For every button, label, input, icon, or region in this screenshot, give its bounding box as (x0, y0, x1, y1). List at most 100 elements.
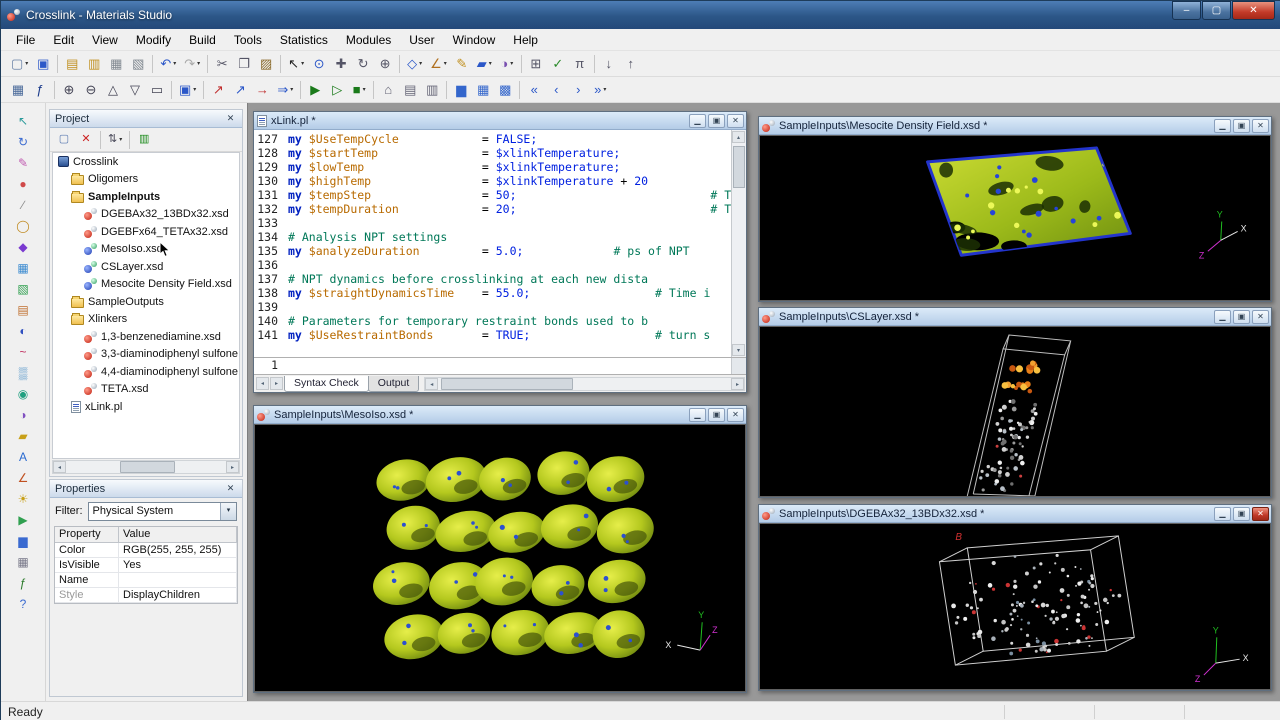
select-tool-button[interactable]: ↖ (10, 111, 36, 131)
vector-red-button[interactable]: ↗ (208, 79, 228, 101)
scroll-down-button[interactable]: ▽ (125, 79, 145, 101)
script-tool-button[interactable]: ƒ (10, 573, 36, 593)
crystal-tool-button[interactable]: ▦ (10, 258, 36, 278)
menu-item-user[interactable]: User (400, 30, 443, 50)
job-explorer-button[interactable]: ▤ (400, 79, 420, 101)
tree-item-oligomers[interactable]: Oligomers (53, 171, 239, 189)
view-orientation-button[interactable]: ◇▾ (404, 53, 425, 75)
scroll-track[interactable] (438, 378, 731, 390)
property-row[interactable]: ColorRGB(255, 255, 255) (55, 543, 237, 558)
scroll-track[interactable] (66, 461, 226, 473)
new-3d-window-button[interactable]: ▣▾ (176, 79, 199, 101)
viewer-window-mesoiso[interactable]: SampleInputs\MesoIso.xsd * ▁ ▣ ✕ Y X Z (253, 405, 747, 693)
scroll-right-icon[interactable]: ▸ (226, 461, 239, 473)
editor-split-pane[interactable]: 1 (254, 358, 746, 375)
nav-first-button[interactable]: « (524, 79, 544, 101)
sort-descending-button[interactable]: ↑ (621, 53, 641, 75)
menu-item-view[interactable]: View (83, 30, 127, 50)
child-close-button[interactable]: ✕ (1252, 310, 1269, 324)
rotate-mode-button[interactable]: ↻ (353, 53, 373, 75)
property-row[interactable]: IsVisibleYes (55, 558, 237, 573)
field-tool-button[interactable]: ▒ (10, 363, 36, 383)
tree-item-teta-xsd[interactable]: TETA.xsd (53, 381, 239, 399)
tab-scroll-left-icon[interactable]: ◂ (256, 377, 269, 390)
calculation-button[interactable]: ⊞ (526, 53, 546, 75)
viewer-window-mesocite[interactable]: SampleInputs\Mesocite Density Field.xsd … (758, 116, 1272, 302)
paste-button[interactable]: ▨ (256, 53, 276, 75)
scroll-thumb[interactable] (733, 146, 745, 188)
color-tool-button[interactable]: ▰ (10, 426, 36, 446)
child-restore-button[interactable]: ▣ (1233, 119, 1250, 133)
save-button[interactable]: ▣ (33, 53, 53, 75)
menu-item-statistics[interactable]: Statistics (271, 30, 337, 50)
zoom-mode-button[interactable]: ⊙ (309, 53, 329, 75)
menu-item-help[interactable]: Help (504, 30, 547, 50)
tree-item-xlink-pl[interactable]: xLink.pl (53, 398, 239, 416)
mesostructure-tool-button[interactable]: ◐ (10, 321, 36, 341)
child-restore-button[interactable]: ▣ (708, 408, 725, 422)
delete-item-button[interactable]: ✕ (76, 131, 96, 149)
nav-previous-button[interactable]: ‹ (546, 79, 566, 101)
import-button[interactable]: ▤ (62, 53, 82, 75)
display-style-button[interactable]: ◑▾ (497, 53, 517, 75)
close-button[interactable]: ✕ (1232, 1, 1275, 20)
table-viewer-button[interactable]: ▦ (473, 79, 493, 101)
table-tool-button[interactable]: ▦ (10, 552, 36, 572)
property-row[interactable]: StyleDisplayChildren (55, 588, 237, 603)
viewer-window-titlebar[interactable]: SampleInputs\MesoIso.xsd * ▁ ▣ ✕ (254, 406, 746, 424)
tree-item-mesocite-density-field-xsd[interactable]: Mesocite Density Field.xsd (53, 276, 239, 294)
nav-last-button[interactable]: »▾ (590, 79, 610, 101)
sort-items-button[interactable]: ⇅▾ (105, 131, 125, 149)
zoom-out-button[interactable]: ⊖ (81, 79, 101, 101)
tree-item-xlinkers[interactable]: Xlinkers (53, 311, 239, 329)
polymer-tool-button[interactable]: ~ (10, 342, 36, 362)
mesocite-3d-view[interactable]: Y X Z (759, 135, 1271, 301)
property-row[interactable]: Name (55, 573, 237, 588)
scroll-right-icon[interactable]: ▸ (731, 378, 744, 390)
grid-3d-button[interactable]: ▩ (495, 79, 515, 101)
tree-item-dgebfx64-tetax32-xsd[interactable]: DGEBFx64_TETAx32.xsd (53, 223, 239, 241)
scroll-up-button[interactable]: △ (103, 79, 123, 101)
measure-button[interactable]: ∠▾ (427, 53, 450, 75)
child-close-button[interactable]: ✕ (1252, 119, 1269, 133)
tab-scroll-right-icon[interactable]: ▸ (270, 377, 283, 390)
vector-set-button[interactable]: ⇒▾ (274, 79, 296, 101)
chart-tool-button[interactable]: ▆ (10, 531, 36, 551)
editor-window-xlink[interactable]: xLink.pl * ▁ ▣ ✕ 127my $UseTempCycle = F… (253, 111, 747, 393)
properties-panel-header[interactable]: Properties ✕ (50, 480, 242, 498)
project-explorer-button[interactable]: ▦ (8, 79, 28, 101)
viewer-window-titlebar[interactable]: SampleInputs\CSLayer.xsd * ▁ ▣ ✕ (759, 308, 1271, 326)
rotate-tool-button[interactable]: ↻ (10, 132, 36, 152)
viewer-window-dgeba[interactable]: SampleInputs\DGEBAx32_13BDx32.xsd * ▁ ▣ … (758, 504, 1272, 691)
project-panel-close-icon[interactable]: ✕ (224, 112, 237, 125)
copy-button[interactable]: ❐ (234, 53, 254, 75)
scroll-up-icon[interactable]: ▴ (732, 131, 745, 143)
menu-item-build[interactable]: Build (180, 30, 225, 50)
vector-blue-button[interactable]: ↗ (230, 79, 250, 101)
fit-to-view-button[interactable]: ▭ (147, 79, 167, 101)
help-tool-button[interactable]: ? (10, 594, 36, 614)
symbols-button[interactable]: π (570, 53, 590, 75)
tree-item-1-3-benzenediamine-xsd[interactable]: 1,3-benzenediamine.xsd (53, 328, 239, 346)
tree-item-4-4-diaminodiphenyl-sulfone-x[interactable]: 4,4-diaminodiphenyl sulfone.x (53, 363, 239, 381)
print-button[interactable]: ▦ (106, 53, 126, 75)
surface-tool-button[interactable]: ▧ (10, 279, 36, 299)
child-minimize-button[interactable]: ▁ (1214, 119, 1231, 133)
nav-next-button[interactable]: › (568, 79, 588, 101)
color-button[interactable]: ▰▾ (474, 53, 495, 75)
menu-item-tools[interactable]: Tools (225, 30, 271, 50)
lighting-tool-button[interactable]: ☀ (10, 489, 36, 509)
child-close-button[interactable]: ✕ (727, 408, 744, 422)
scroll-thumb[interactable] (441, 378, 573, 390)
cslayer-3d-view[interactable] (759, 326, 1271, 497)
tab-output[interactable]: Output (368, 376, 420, 392)
scroll-left-icon[interactable]: ◂ (425, 378, 438, 390)
new-item-button[interactable]: ▢ (54, 131, 74, 149)
properties-panel-close-icon[interactable]: ✕ (224, 482, 237, 495)
selection-mode-button[interactable]: ↖▾ (285, 53, 307, 75)
isosurface-tool-button[interactable]: ◉ (10, 384, 36, 404)
server-gateway-button[interactable]: ⌂ (378, 79, 398, 101)
chart-viewer-button[interactable]: ▆ (451, 79, 471, 101)
ring-tool-button[interactable]: ◯ (10, 216, 36, 236)
animation-step-button[interactable]: ▷ (327, 79, 347, 101)
